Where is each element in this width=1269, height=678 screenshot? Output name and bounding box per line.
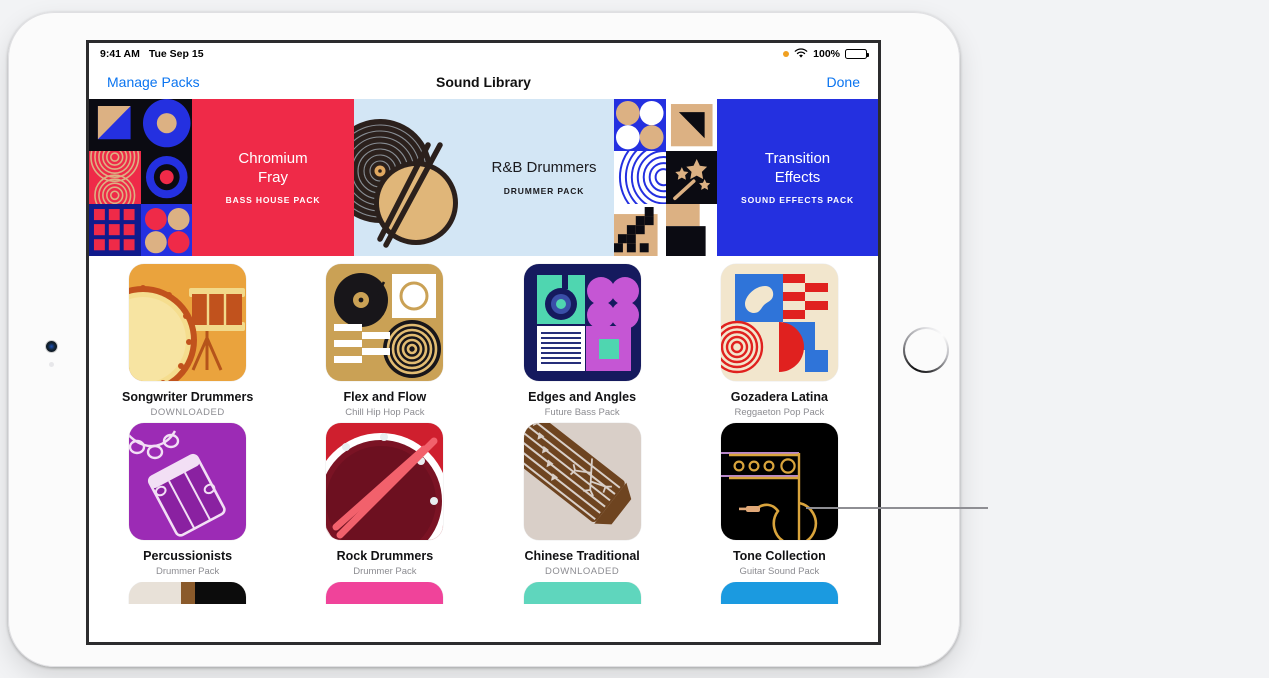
banner-subtitle: BASS HOUSE PACK: [225, 195, 321, 206]
pack-subtitle: Drummer Pack: [353, 566, 417, 577]
banner-artwork: [614, 99, 717, 256]
banner-title-line1: Chromium: [238, 149, 308, 167]
pack-partial-3[interactable]: [484, 582, 681, 604]
device-screen: 9:41 AM Tue Sep 15 100% Manage Packs Sou…: [86, 40, 881, 645]
pack-title: Flex and Flow: [343, 390, 427, 404]
front-camera-icon: [46, 341, 57, 352]
banner-title-line1: R&B Drummers: [491, 159, 597, 177]
banner-title-line1: Transition: [764, 149, 831, 167]
pack-title: Percussionists: [143, 549, 233, 563]
callout-leader-line: [806, 507, 988, 509]
pack-subtitle: DOWNLOADED: [545, 566, 620, 577]
pack-artwork: [523, 423, 641, 540]
pack-artwork: [720, 264, 838, 381]
status-bar-right: 100%: [783, 47, 869, 60]
status-date: Tue Sep 15: [148, 47, 204, 60]
banner-subtitle: DRUMMER PACK: [503, 185, 585, 196]
pack-artwork: [326, 582, 444, 604]
pack-row: Songwriter Drummers DOWNLOADED Flex and …: [89, 264, 878, 418]
sound-pack-grid: Songwriter Drummers DOWNLOADED Flex and …: [89, 256, 878, 642]
pack-artwork: [129, 264, 247, 381]
pack-subtitle: Drummer Pack: [155, 566, 220, 577]
banner-chromium-fray[interactable]: Chromium Fray BASS HOUSE PACK: [89, 99, 354, 256]
pack-artwork: [720, 423, 838, 540]
pack-title: Chinese Traditional: [524, 549, 640, 563]
banner-subtitle: SOUND EFFECTS PACK: [741, 195, 854, 206]
pack-tone-collection[interactable]: Tone Collection Guitar Sound Pack: [681, 423, 878, 577]
status-time: 9:41 AM: [100, 47, 140, 60]
pack-artwork: [523, 264, 641, 381]
status-bar: 9:41 AM Tue Sep 15 100%: [89, 43, 878, 64]
banner-rnb-drummers[interactable]: R&B Drummers DRUMMER PACK: [354, 99, 614, 256]
pack-rock-drummers[interactable]: Rock Drummers Drummer Pack: [286, 423, 483, 577]
done-button[interactable]: Done: [827, 74, 860, 90]
banner-artwork: [354, 99, 474, 256]
ambient-light-sensor-icon: [49, 362, 54, 367]
pack-percussionists[interactable]: Percussionists Drummer Pack: [89, 423, 286, 577]
manage-packs-button[interactable]: Manage Packs: [107, 74, 200, 90]
pack-gozadera-latina[interactable]: Gozadera Latina Reggaeton Pop Pack: [681, 264, 878, 418]
pack-chinese-traditional[interactable]: Chinese Traditional DOWNLOADED: [484, 423, 681, 577]
recording-indicator-icon: [783, 50, 790, 57]
pack-artwork: [129, 582, 247, 604]
pack-subtitle: Chill Hip Hop Pack: [345, 407, 425, 418]
banner-text-block: Chromium Fray BASS HOUSE PACK: [192, 99, 354, 256]
banner-text-block: Transition Effects SOUND EFFECTS PACK: [717, 99, 878, 256]
featured-banner-carousel: Chromium Fray BASS HOUSE PACK R&B Drumme…: [89, 99, 878, 256]
pack-title: Edges and Angles: [528, 390, 637, 404]
pack-title: Rock Drummers: [336, 549, 434, 563]
wifi-icon: [794, 48, 808, 59]
battery-percent-label: 100%: [813, 47, 840, 60]
banner-artwork: [89, 99, 192, 256]
pack-artwork: [720, 582, 838, 604]
pack-partial-2[interactable]: [286, 582, 483, 604]
pack-partial-4[interactable]: [681, 582, 878, 604]
pack-songwriter-drummers[interactable]: Songwriter Drummers DOWNLOADED: [89, 264, 286, 418]
banner-title-line2: Effects: [774, 168, 821, 186]
pack-row-partial: [89, 582, 878, 604]
pack-title: Songwriter Drummers: [121, 390, 254, 404]
pack-edges-and-angles[interactable]: Edges and Angles Future Bass Pack: [484, 264, 681, 418]
pack-subtitle: Future Bass Pack: [544, 407, 620, 418]
banner-title-line2: Fray: [258, 168, 288, 186]
pack-flex-and-flow[interactable]: Flex and Flow Chill Hip Hop Pack: [286, 264, 483, 418]
ipad-device-frame: 9:41 AM Tue Sep 15 100% Manage Packs Sou…: [8, 12, 960, 667]
page-title: Sound Library: [436, 73, 531, 90]
home-button[interactable]: [903, 327, 949, 373]
status-bar-left: 9:41 AM Tue Sep 15: [100, 48, 204, 60]
pack-title: Gozadera Latina: [730, 390, 828, 404]
banner-transition-effects[interactable]: Transition Effects SOUND EFFECTS PACK: [614, 99, 878, 256]
pack-partial-1[interactable]: [89, 582, 286, 604]
navigation-bar: Manage Packs Sound Library Done: [89, 64, 878, 99]
pack-row: Percussionists Drummer Pack Rock Drummer…: [89, 423, 878, 577]
pack-artwork: [129, 423, 247, 540]
pack-subtitle: Guitar Sound Pack: [739, 566, 820, 577]
pack-title: Tone Collection: [732, 549, 826, 563]
pack-artwork: [326, 264, 444, 381]
banner-text-block: R&B Drummers DRUMMER PACK: [474, 99, 614, 256]
pack-artwork: [523, 582, 641, 604]
pack-subtitle: DOWNLOADED: [150, 407, 225, 418]
pack-artwork: [326, 423, 444, 540]
pack-subtitle: Reggaeton Pop Pack: [734, 407, 825, 418]
battery-icon: [845, 48, 869, 59]
